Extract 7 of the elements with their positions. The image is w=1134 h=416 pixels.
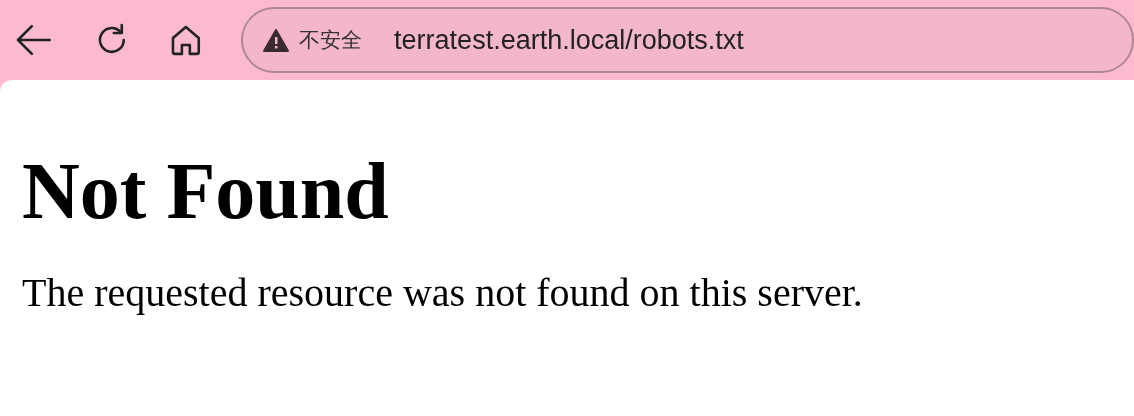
url-text[interactable]: terratest.earth.local/robots.txt: [394, 24, 744, 56]
page-heading: Not Found: [22, 146, 390, 236]
warning-icon[interactable]: [263, 28, 290, 52]
back-icon[interactable]: [14, 23, 54, 57]
address-bar[interactable]: 不安全 terratest.earth.local/robots.txt: [241, 7, 1134, 73]
error-message: The requested resource was not found on this server.: [22, 270, 864, 316]
security-label[interactable]: 不安全: [299, 26, 363, 54]
